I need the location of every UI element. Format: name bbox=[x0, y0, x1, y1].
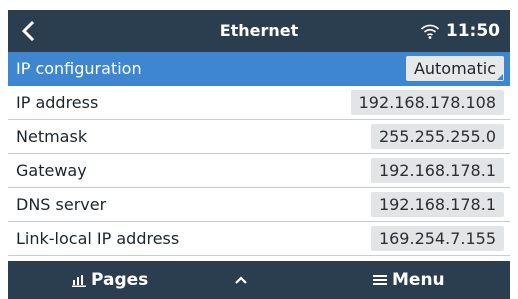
pages-label: Pages bbox=[91, 270, 149, 290]
pages-button[interactable]: Pages bbox=[72, 261, 148, 299]
wifi-icon bbox=[420, 24, 439, 39]
clock: 11:50 bbox=[445, 21, 500, 41]
ip-configuration-row[interactable]: IP configuration Automatic bbox=[8, 52, 510, 86]
ip-configuration-value[interactable]: Automatic bbox=[405, 56, 504, 81]
top-bar: Ethernet 11:50 bbox=[8, 10, 510, 52]
device-screen: Ethernet 11:50 IP configuration Automati… bbox=[8, 10, 510, 299]
hamburger-menu-icon bbox=[373, 275, 387, 285]
bottom-bar: Pages Menu bbox=[8, 261, 510, 299]
dns-server-row[interactable]: DNS server 192.168.178.1 bbox=[8, 188, 510, 222]
link-local-ip-row[interactable]: Link-local IP address 169.254.7.155 bbox=[8, 222, 510, 256]
netmask-row[interactable]: Netmask 255.255.255.0 bbox=[8, 120, 510, 154]
link-local-ip-value: 169.254.7.155 bbox=[370, 226, 504, 251]
row-label: DNS server bbox=[16, 195, 107, 214]
gateway-value: 192.168.178.1 bbox=[370, 158, 504, 183]
menu-label: Menu bbox=[392, 270, 445, 290]
row-label: IP configuration bbox=[16, 59, 142, 78]
dns-server-value: 192.168.178.1 bbox=[370, 192, 504, 217]
netmask-value: 255.255.255.0 bbox=[370, 124, 504, 149]
settings-list: IP configuration Automatic IP address 19… bbox=[8, 52, 510, 256]
chevron-up-icon bbox=[235, 275, 247, 284]
status-area: 11:50 bbox=[420, 10, 500, 52]
row-label: Netmask bbox=[16, 127, 88, 146]
ip-address-value: 192.168.178.108 bbox=[350, 90, 504, 115]
row-label: IP address bbox=[16, 93, 99, 112]
gateway-row[interactable]: Gateway 192.168.178.1 bbox=[8, 154, 510, 188]
up-button[interactable] bbox=[226, 261, 256, 299]
ip-address-row[interactable]: IP address 192.168.178.108 bbox=[8, 86, 510, 120]
row-label: Link-local IP address bbox=[16, 229, 180, 248]
bar-chart-icon bbox=[72, 274, 86, 287]
row-label: Gateway bbox=[16, 161, 87, 180]
menu-button[interactable]: Menu bbox=[373, 261, 445, 299]
